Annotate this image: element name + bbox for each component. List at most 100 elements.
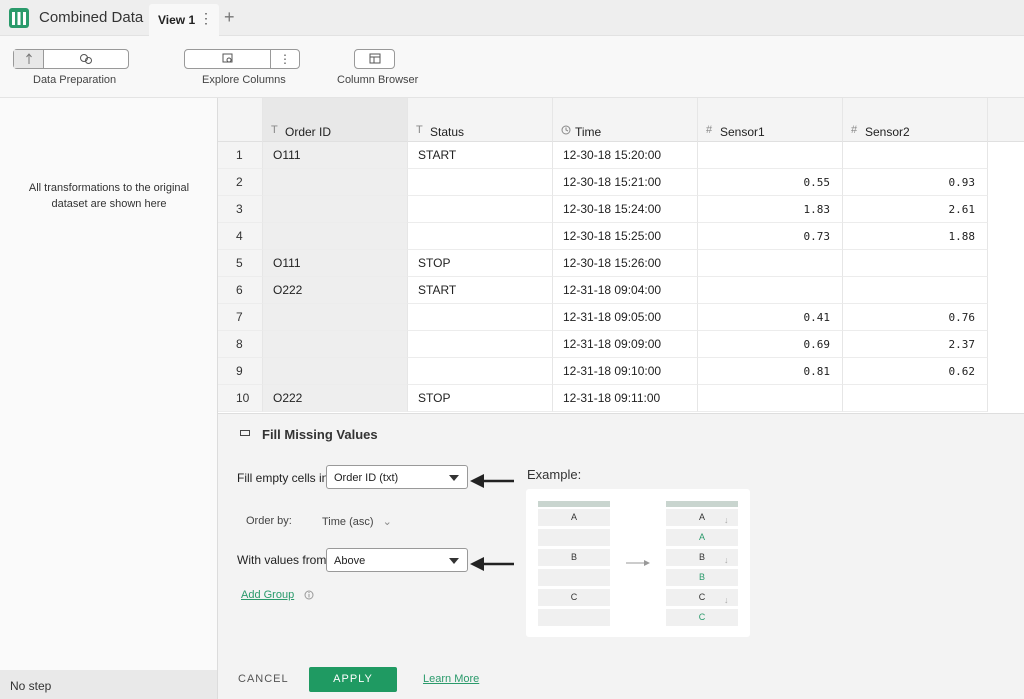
- cell-sensor1[interactable]: [698, 385, 843, 412]
- cell-time[interactable]: 12-31-18 09:11:00: [553, 385, 698, 412]
- cell-sensor2[interactable]: 0.62: [843, 358, 988, 385]
- cell-sensor1[interactable]: 0.73: [698, 223, 843, 250]
- explore-columns-label: Explore Columns: [202, 74, 286, 86]
- cell-sensor2[interactable]: 0.76: [843, 304, 988, 331]
- cell-status[interactable]: [408, 169, 553, 196]
- cell-time[interactable]: 12-30-18 15:24:00: [553, 196, 698, 223]
- row-number: 5: [218, 250, 263, 277]
- fill-missing-values-dialog: Fill Missing Values Fill empty cells in:…: [218, 413, 1024, 699]
- row-number: 1: [218, 142, 263, 169]
- example-cell: [538, 569, 610, 586]
- caret-down-icon: [449, 558, 459, 564]
- cell-sensor2[interactable]: [843, 142, 988, 169]
- cell-sensor1[interactable]: 0.55: [698, 169, 843, 196]
- cell-time[interactable]: 12-30-18 15:25:00: [553, 223, 698, 250]
- order-by-select[interactable]: Time (asc) ⌄: [322, 515, 392, 528]
- data-preparation-toggle-button[interactable]: [14, 50, 44, 68]
- transform-icon: [80, 54, 92, 64]
- example-cell: C: [538, 589, 610, 606]
- row-number: 6: [218, 277, 263, 304]
- example-cell: C: [666, 609, 738, 626]
- column-header-status[interactable]: T Status: [408, 98, 553, 142]
- transformations-message: All transformations to the original data…: [28, 182, 190, 210]
- cell-order-id[interactable]: [263, 358, 408, 385]
- row-number: 7: [218, 304, 263, 331]
- cell-sensor2[interactable]: 2.37: [843, 331, 988, 358]
- cell-status[interactable]: [408, 331, 553, 358]
- cell-status[interactable]: START: [408, 142, 553, 169]
- cell-time[interactable]: 12-30-18 15:26:00: [553, 250, 698, 277]
- cancel-button[interactable]: CANCEL: [238, 673, 289, 685]
- row-number: 2: [218, 169, 263, 196]
- cell-sensor1[interactable]: [698, 142, 843, 169]
- cell-sensor2[interactable]: 0.93: [843, 169, 988, 196]
- cell-sensor1[interactable]: 0.41: [698, 304, 843, 331]
- example-header: [666, 501, 738, 507]
- cell-time[interactable]: 12-31-18 09:05:00: [553, 304, 698, 331]
- pointer-arrow-icon: [470, 474, 514, 488]
- cell-sensor1[interactable]: 0.69: [698, 331, 843, 358]
- cell-sensor2[interactable]: [843, 277, 988, 304]
- learn-more-link[interactable]: Learn More: [423, 673, 479, 685]
- app-logo-icon: [9, 8, 29, 28]
- arrow-down-icon: ↓: [724, 515, 729, 525]
- add-group-link[interactable]: Add Group: [241, 589, 294, 601]
- data-preparation-button[interactable]: [44, 50, 128, 68]
- cell-order-id[interactable]: [263, 169, 408, 196]
- values-from-label: With values from:: [237, 553, 330, 567]
- cell-time[interactable]: 12-31-18 09:09:00: [553, 331, 698, 358]
- cell-status[interactable]: [408, 223, 553, 250]
- column-header-label: Status: [430, 125, 465, 139]
- cell-order-id[interactable]: O111: [263, 142, 408, 169]
- column-header-sensor1[interactable]: # Sensor1: [698, 98, 843, 142]
- cell-status[interactable]: START: [408, 277, 553, 304]
- panel-icon: [240, 430, 250, 436]
- cell-sensor2[interactable]: 1.88: [843, 223, 988, 250]
- info-icon[interactable]: [304, 590, 314, 600]
- column-browser-button[interactable]: [354, 49, 395, 69]
- cell-order-id[interactable]: [263, 196, 408, 223]
- column-browser-segment[interactable]: [355, 50, 394, 68]
- cell-status[interactable]: [408, 358, 553, 385]
- values-from-select[interactable]: Above: [326, 548, 468, 572]
- apply-button[interactable]: APPLY: [309, 667, 397, 692]
- order-by-value: Time (asc): [322, 516, 374, 528]
- cell-sensor2[interactable]: 2.61: [843, 196, 988, 223]
- cell-status[interactable]: [408, 196, 553, 223]
- cell-order-id[interactable]: [263, 331, 408, 358]
- column-header-label: Time: [575, 125, 602, 139]
- cell-status[interactable]: STOP: [408, 385, 553, 412]
- row-number: 10: [218, 385, 263, 412]
- cell-status[interactable]: STOP: [408, 250, 553, 277]
- column-header-time[interactable]: Time: [553, 98, 698, 142]
- cell-order-id[interactable]: [263, 223, 408, 250]
- cell-order-id[interactable]: [263, 304, 408, 331]
- tab-view-1[interactable]: View 1 ⋮: [149, 4, 219, 36]
- cell-sensor2[interactable]: [843, 385, 988, 412]
- column-header-sensor2[interactable]: # Sensor2: [843, 98, 988, 142]
- fill-column-select[interactable]: Order ID (txt): [326, 465, 468, 489]
- column-header-order-id[interactable]: T Order ID: [263, 98, 408, 142]
- cell-sensor2[interactable]: [843, 250, 988, 277]
- cell-order-id[interactable]: O222: [263, 385, 408, 412]
- cell-sensor1[interactable]: 1.83: [698, 196, 843, 223]
- cell-status[interactable]: [408, 304, 553, 331]
- plus-icon[interactable]: +: [224, 7, 235, 28]
- cell-time[interactable]: 12-31-18 09:04:00: [553, 277, 698, 304]
- cell-sensor1[interactable]: [698, 250, 843, 277]
- cell-time[interactable]: 12-31-18 09:10:00: [553, 358, 698, 385]
- row-number: 9: [218, 358, 263, 385]
- cell-sensor1[interactable]: [698, 277, 843, 304]
- cell-order-id[interactable]: O222: [263, 277, 408, 304]
- cell-order-id[interactable]: O111: [263, 250, 408, 277]
- data-preparation-button-group: [13, 49, 129, 69]
- explore-columns-button[interactable]: [185, 50, 271, 68]
- fill-column-value: Order ID (txt): [334, 472, 399, 484]
- app-title: Combined Data: [39, 9, 144, 26]
- cell-sensor1[interactable]: 0.81: [698, 358, 843, 385]
- kebab-icon[interactable]: ⋮: [199, 10, 213, 27]
- explore-columns-more-icon[interactable]: ⋮: [271, 50, 299, 68]
- cell-time[interactable]: 12-30-18 15:20:00: [553, 142, 698, 169]
- top-bar: Combined Data View 1 ⋮ +: [0, 0, 1024, 36]
- cell-time[interactable]: 12-30-18 15:21:00: [553, 169, 698, 196]
